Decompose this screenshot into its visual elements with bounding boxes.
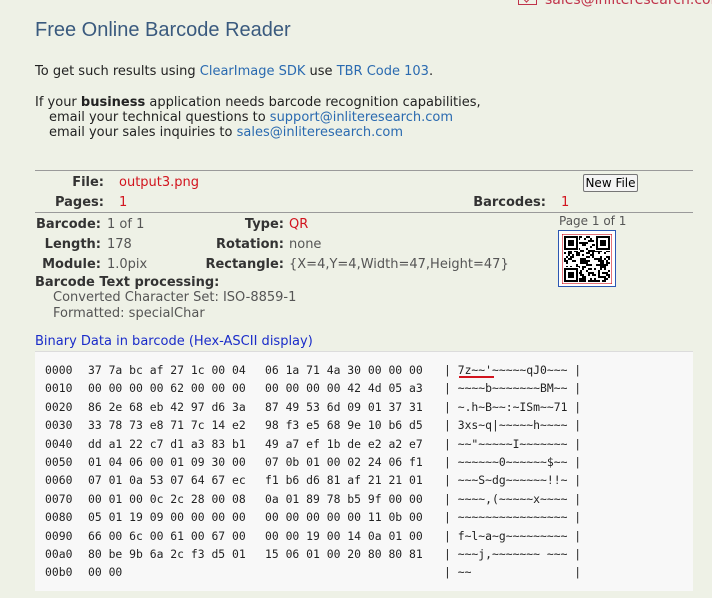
divider-top: [35, 170, 693, 171]
sales-email-header-text: sales@inliteresearch.com: [545, 0, 712, 8]
hex-offset: 0080: [45, 510, 73, 525]
length-label: Length:: [44, 237, 101, 252]
intro-text-5: application needs barcode recognition ca…: [145, 95, 481, 110]
barcode-index: 1 of 1: [107, 217, 145, 232]
barcodes-label: Barcodes:: [473, 195, 546, 210]
hex-bytes-left: 00 00: [88, 565, 123, 580]
hex-offset: 00b0: [45, 565, 73, 580]
hex-offset: 0030: [45, 418, 73, 433]
clearimage-sdk-link[interactable]: ClearImage SDK: [200, 64, 306, 79]
new-file-button[interactable]: New File: [583, 174, 638, 192]
hex-bytes-right: 0a 01 89 78 b5 9f 00 00: [265, 491, 423, 506]
hex-bytes-left: 01 04 06 00 01 09 30 00: [88, 455, 246, 469]
hex-bytes-left: 05 01 19 09 00 00 00 00: [88, 510, 246, 525]
sales-email-link[interactable]: sales@inliteresearch.com: [237, 125, 403, 140]
intro-text-3: .: [428, 64, 434, 79]
hex-ascii: | ~~~~~~~~~~~~~~~~ |: [444, 510, 582, 525]
hex-bytes-left: 00 00 00 00 62 00 00 00: [88, 381, 246, 396]
type-label: Type:: [244, 217, 284, 232]
barcode-label: Barcode:: [35, 217, 101, 232]
hex-bytes-left: 07 01 0a 53 07 64 67 ec: [88, 473, 246, 488]
hex-offset: 0040: [45, 436, 73, 451]
hex-ascii: | ~~~~~~0~~~~~~$~~ |: [444, 455, 582, 469]
formatted-line: Formatted: specialChar: [53, 306, 205, 321]
intro-text-7: email your sales inquiries to: [49, 125, 237, 140]
module-label: Module:: [42, 257, 101, 272]
hex-offset: 0070: [45, 491, 73, 506]
text-processing-section: Barcode Text processing: Converted Chara…: [35, 275, 296, 322]
hex-bytes-left: 86 2e 68 eb 42 97 d6 3a: [88, 399, 246, 414]
intro-text: To get such results using ClearImage SDK…: [35, 64, 481, 140]
barcode-module: 1.0pix: [107, 257, 148, 272]
barcode-thumbnail[interactable]: [558, 230, 616, 287]
hex-offset: 00a0: [45, 547, 73, 561]
hex-bytes-right: 49 a7 ef 1b de e2 a2 e7: [265, 436, 423, 451]
hex-bytes-left: dd a1 22 c7 d1 a3 83 b1: [88, 436, 246, 451]
page-info: Page 1 of 1: [559, 214, 627, 228]
intro-text-2: use: [305, 64, 337, 79]
file-label: File:: [72, 175, 104, 190]
selection-underline: [459, 376, 494, 378]
hex-offset: 0090: [45, 528, 73, 543]
pages-count: 1: [119, 195, 128, 210]
hex-offset: 0050: [45, 455, 73, 469]
hex-ascii: | ~~ |: [444, 565, 582, 580]
divider-middle: [35, 212, 693, 213]
hex-bytes-right: 00 00 19 00 14 0a 01 00: [265, 528, 423, 543]
rectangle-label: Rectangle:: [205, 257, 284, 272]
hex-offset: 0010: [45, 381, 73, 396]
hex-ascii: | ~~~S~dg~~~~~~!!~ |: [444, 473, 582, 488]
hex-ascii: | 7z~~'~~~~~qJ0~~~ |: [444, 363, 582, 377]
rotation-label: Rotation:: [216, 237, 284, 252]
pages-label: Pages:: [54, 195, 104, 210]
business-bold: business: [80, 95, 146, 110]
file-name: output3.png: [119, 175, 200, 190]
hex-ascii: | ~~"~~~~~I~~~~~~~ |: [444, 436, 582, 451]
barcode-rectangle: {X=4,Y=4,Width=47,Height=47}: [289, 257, 509, 272]
page-title: Free Online Barcode Reader: [35, 19, 291, 41]
hex-bytes-right: 00 00 00 00 42 4d 05 a3: [265, 381, 423, 396]
intro-text-6: email your technical questions to: [49, 110, 270, 125]
hex-bytes-left: 66 00 6c 00 61 00 67 00: [88, 528, 246, 543]
hex-ascii: | ~~~~b~~~~~~~BM~~ |: [444, 381, 582, 396]
hex-bytes-left: 80 be 9b 6a 2c f3 d5 01: [88, 547, 246, 561]
intro-text-1: To get such results using: [35, 64, 200, 79]
hex-bytes-right: 87 49 53 6d 09 01 37 31: [265, 399, 423, 414]
support-email-link[interactable]: support@inliteresearch.com: [270, 110, 453, 125]
barcode-length: 178: [107, 237, 132, 252]
hex-ascii: | ~~~~,(~~~~~x~~~~ |: [444, 491, 582, 506]
barcodes-count: 1: [561, 195, 570, 210]
envelope-icon: [518, 0, 537, 5]
intro-text-4: If your: [35, 95, 81, 110]
hex-bytes-right: 06 1a 71 4a 30 00 00 00: [265, 363, 423, 377]
hex-bytes-right: f1 b6 d6 81 af 21 21 01: [265, 473, 423, 488]
hex-ascii: | ~.h~B~~:~ISm~~71 |: [444, 399, 582, 414]
hex-bytes-right: 98 f3 e5 68 9e 10 b6 d5: [265, 418, 423, 433]
hex-offset: 0020: [45, 399, 73, 414]
hex-bytes-right: 07 0b 01 00 02 24 06 f1: [265, 455, 423, 469]
hex-ascii: | f~l~a~g~~~~~~~~~ |: [444, 528, 582, 543]
hex-bytes-left: 37 7a bc af 27 1c 00 04: [88, 363, 246, 377]
hex-bytes-left: 33 78 73 e8 71 7c 14 e2: [88, 418, 246, 433]
sales-email-header[interactable]: sales@inliteresearch.com: [518, 0, 712, 8]
barcode-rotation: none: [289, 237, 322, 252]
hex-ascii: | ~~~j,~~~~~~~ ~~~ |: [444, 547, 582, 561]
barcode-type: QR: [289, 217, 309, 232]
tbr-code-link[interactable]: TBR Code 103: [337, 64, 429, 79]
qr-code-image: [562, 234, 612, 284]
text-processing-title: Barcode Text processing:: [35, 275, 220, 290]
hex-dump-panel: 0000 37 7a bc af 27 1c 00 04 06 1a 71 4a 3…: [35, 351, 693, 591]
charset-line: Converted Character Set: ISO-8859-1: [53, 290, 297, 305]
binary-data-title: Binary Data in barcode (Hex-ASCII displa…: [35, 334, 313, 349]
hex-bytes-right: 15 06 01 00 20 80 80 81: [265, 547, 423, 561]
hex-ascii: | 3xs~q|~~~~~h~~~~ |: [444, 418, 582, 433]
hex-bytes-left: 00 01 00 0c 2c 28 00 08: [88, 491, 246, 506]
hex-offset: 0060: [45, 473, 73, 488]
hex-offset: 0000: [45, 363, 73, 377]
hex-bytes-right: 00 00 00 00 00 11 0b 00: [265, 510, 423, 525]
